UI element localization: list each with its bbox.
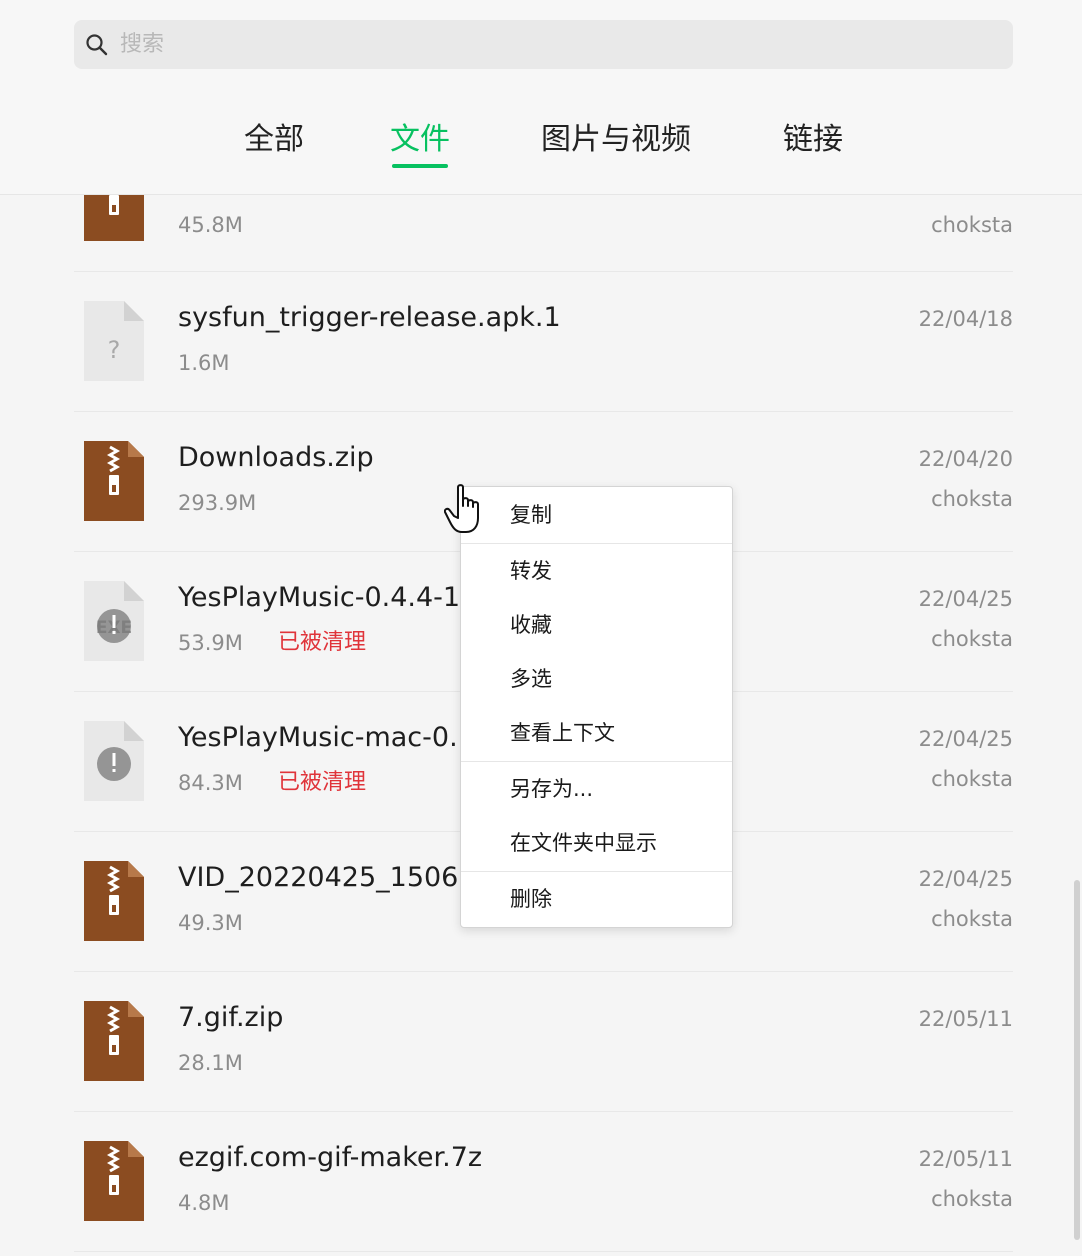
header: 全部 文件 图片与视频 链接 xyxy=(0,0,1082,195)
file-sender: choksta xyxy=(931,907,1013,931)
file-size: 49.3M xyxy=(178,911,243,935)
unknown-file-icon: ? xyxy=(84,301,144,381)
menu-item-favorite[interactable]: 收藏 xyxy=(461,603,732,647)
file-date: 22/04/20 xyxy=(918,447,1013,471)
cleaned-status: 已被清理 xyxy=(278,770,367,795)
file-date: 22/04/25 xyxy=(918,587,1013,611)
menu-item-copy[interactable]: 复制 xyxy=(461,493,732,537)
search-input[interactable] xyxy=(120,20,980,69)
file-date: 22/05/11 xyxy=(918,1147,1013,1171)
file-size: 293.9M xyxy=(178,491,257,515)
menu-item-multi-select[interactable]: 多选 xyxy=(461,657,732,701)
zip-file-icon xyxy=(84,1141,144,1221)
menu-item-delete[interactable]: 删除 xyxy=(461,877,732,921)
file-size: 4.8M xyxy=(178,1191,230,1215)
file-row[interactable]: ezgif.com-gif-maker.7z 4.8M 22/05/11 cho… xyxy=(74,1111,1013,1252)
file-name: YesPlayMusic-0.4.4-1. xyxy=(178,582,469,613)
file-size: 28.1M xyxy=(178,1051,243,1075)
context-menu: 复制 转发 收藏 多选 查看上下文 另存为... 在文件夹中显示 删除 xyxy=(460,486,733,928)
file-size: 45.8M xyxy=(178,213,243,237)
file-name: Downloads.zip xyxy=(178,442,374,473)
menu-item-show-in-folder[interactable]: 在文件夹中显示 xyxy=(461,821,732,865)
file-date: 22/04/25 xyxy=(918,727,1013,751)
cleaned-status: 已被清理 xyxy=(278,630,367,655)
file-sender: choksta xyxy=(931,627,1013,651)
file-expired-icon xyxy=(84,721,144,801)
menu-item-save-as[interactable]: 另存为... xyxy=(461,767,732,811)
zip-file-icon xyxy=(84,441,144,521)
tab-links[interactable]: 链接 xyxy=(777,116,849,164)
file-date: 22/05/11 xyxy=(918,1007,1013,1031)
zip-file-icon xyxy=(84,1001,144,1081)
search-icon xyxy=(86,34,108,56)
menu-separator xyxy=(461,761,732,762)
file-date: 22/04/25 xyxy=(918,867,1013,891)
menu-item-view-context[interactable]: 查看上下文 xyxy=(461,711,732,755)
file-name: 7.gif.zip xyxy=(178,1002,284,1033)
menu-item-forward[interactable]: 转发 xyxy=(461,549,732,593)
file-sender: choksta xyxy=(931,767,1013,791)
file-row[interactable]: ? sysfun_trigger-release.apk.1 1.6M 22/0… xyxy=(74,271,1013,412)
menu-separator xyxy=(461,543,732,544)
file-size: 53.9M xyxy=(178,631,243,655)
scrollbar[interactable] xyxy=(1074,880,1080,1240)
tab-files[interactable]: 文件 xyxy=(384,116,456,164)
file-name: YesPlayMusic-mac-0. xyxy=(178,722,458,753)
file-date: 22/04/18 xyxy=(918,307,1013,331)
exe-file-expired-icon: EXE xyxy=(84,581,144,661)
file-sender: choksta xyxy=(931,1187,1013,1211)
file-name: ezgif.com-gif-maker.7z xyxy=(178,1142,483,1173)
file-name: sysfun_trigger-release.apk.1 xyxy=(178,302,561,333)
menu-separator xyxy=(461,871,732,872)
search-box[interactable] xyxy=(74,20,1013,69)
hand-cursor-icon xyxy=(444,484,479,533)
svg-text:?: ? xyxy=(108,336,121,364)
file-sender: choksta xyxy=(931,213,1013,237)
tab-images-videos[interactable]: 图片与视频 xyxy=(530,116,702,164)
file-size: 1.6M xyxy=(178,351,230,375)
file-row[interactable]: 7.gif.zip 28.1M 22/05/11 xyxy=(74,971,1013,1112)
file-sender: choksta xyxy=(931,487,1013,511)
zip-file-icon xyxy=(84,861,144,941)
file-size: 84.3M xyxy=(178,771,243,795)
active-tab-indicator xyxy=(392,164,448,168)
file-name: VID_20220425_15060 xyxy=(178,862,476,893)
tab-all[interactable]: 全部 xyxy=(238,116,310,164)
